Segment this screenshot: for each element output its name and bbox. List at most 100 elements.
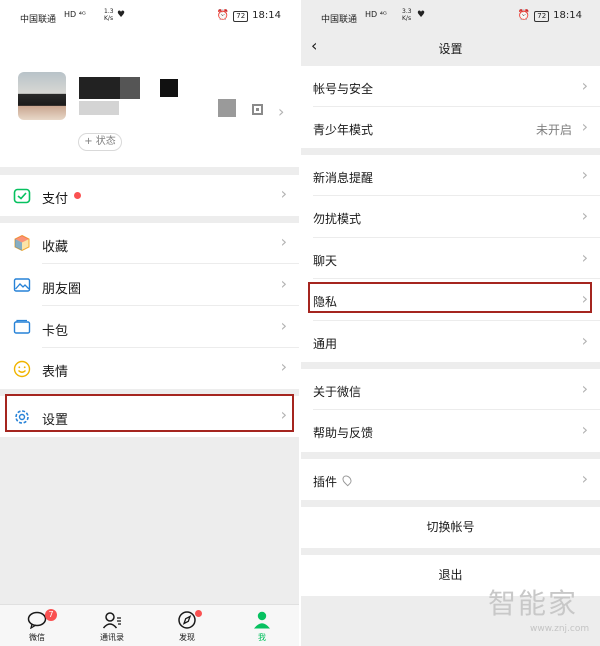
settings-label: 关于微信 <box>313 385 362 399</box>
me-page: 中国联通 HD ⁴ᴳ 1.3 K/s ♥ ⏰ 72 18:14 › + 状态 支付 › <box>0 0 299 646</box>
alarm-icon: ⏰ <box>216 10 230 21</box>
settings-item-general[interactable]: 通用 › <box>301 321 600 362</box>
settings-item-about[interactable]: 关于微信 › <box>301 369 600 410</box>
chevron-right-icon: › <box>581 76 588 95</box>
chevron-right-icon: › <box>581 469 588 488</box>
settings-label: 青少年模式 <box>313 123 374 137</box>
settings-label: 新消息提醒 <box>313 171 374 185</box>
chevron-right-icon: › <box>280 232 287 251</box>
location-pin-icon <box>340 473 354 487</box>
tab-label: 通讯录 <box>100 633 124 642</box>
watermark-logo: 智能家 <box>488 587 579 620</box>
tab-chats[interactable]: 7 微信 <box>7 605 67 646</box>
clock-time: 18:14 <box>553 10 582 21</box>
settings-item-new-message-alerts[interactable]: 新消息提醒 › <box>301 155 600 196</box>
bottom-tab-bar: 7 微信 通讯录 发现 我 <box>0 604 299 646</box>
watermark-url: www.znj.com <box>530 624 590 634</box>
chevron-right-icon: › <box>280 184 287 203</box>
menu-label: 支付 <box>42 192 69 207</box>
redacted-nickname-part <box>160 79 178 97</box>
card-wallet-icon <box>13 319 31 334</box>
status-right: ⏰ 72 18:14 <box>518 10 582 22</box>
new-dot <box>195 610 202 617</box>
net-speed: 1.3 K/s <box>104 8 114 22</box>
youth-mode-status: 未开启 <box>535 123 572 137</box>
me-person-icon <box>254 611 270 629</box>
profile-card[interactable]: 中国联通 HD ⁴ᴳ 1.3 K/s ♥ ⏰ 72 18:14 › + 状态 <box>0 0 299 167</box>
settings-item-account-security[interactable]: 帐号与安全 › <box>301 66 600 107</box>
chevron-right-icon: › <box>581 331 588 350</box>
tab-label: 我 <box>258 633 266 642</box>
tab-me[interactable]: 我 <box>232 605 292 646</box>
settings-item-help-feedback[interactable]: 帮助与反馈 › <box>301 410 600 452</box>
chevron-right-icon: › <box>280 274 287 293</box>
chevron-right-icon: › <box>280 357 287 376</box>
carrier-label: 中国联通 <box>321 15 358 25</box>
redacted-id-part <box>218 99 236 117</box>
net-speed: 3.3 K/s <box>402 8 412 22</box>
wechat-pay-icon <box>13 188 31 204</box>
switch-account-button[interactable]: 切换帐号 <box>301 507 600 548</box>
settings-item-do-not-disturb[interactable]: 勿扰模式 › <box>301 196 600 238</box>
settings-label: 帐号与安全 <box>313 82 374 96</box>
menu-item-stickers[interactable]: 表情 › <box>0 348 299 389</box>
menu-label: 卡包 <box>42 324 69 339</box>
status-right: ⏰ 72 18:14 <box>217 10 281 22</box>
menu-item-cards[interactable]: 卡包 › <box>0 306 299 348</box>
battery-icon: 72 <box>233 11 249 22</box>
add-status-button[interactable]: + 状态 <box>78 133 122 151</box>
tab-label: 微信 <box>29 633 45 642</box>
menu-label: 收藏 <box>42 240 69 255</box>
alarm-icon: ⏰ <box>517 10 531 21</box>
qr-code-icon[interactable] <box>252 104 263 115</box>
menu-item-pay[interactable]: 支付 › <box>0 175 299 216</box>
settings-label: 插件 <box>313 475 338 489</box>
settings-item-chats[interactable]: 聊天 › <box>301 238 600 279</box>
status-bar: 中国联通 HD ⁴ᴳ 3.3 K/s ♥ ⏰ 72 18:14 <box>301 0 600 34</box>
settings-page: 中国联通 HD ⁴ᴳ 3.3 K/s ♥ ⏰ 72 18:14 ‹ 设置 帐号与安全 … <box>301 0 600 646</box>
page-title: 设置 <box>438 42 463 56</box>
tab-label: 发现 <box>179 633 195 642</box>
chevron-right-icon: › <box>581 379 588 398</box>
heart-icon: ♥ <box>117 10 126 20</box>
carrier-label: 中国联通 <box>20 15 57 25</box>
menu-item-favorites[interactable]: 收藏 › <box>0 223 299 264</box>
moments-photo-icon <box>13 278 31 292</box>
chevron-right-icon: › <box>581 248 588 267</box>
status-bar: 中国联通 HD ⁴ᴳ 1.3 K/s ♥ ⏰ 72 18:14 <box>0 0 299 34</box>
unread-badge: 7 <box>45 609 57 621</box>
chevron-right-icon: › <box>581 420 588 439</box>
new-dot <box>74 192 81 199</box>
settings-item-plugins[interactable]: 插件 › <box>301 459 600 500</box>
sticker-smile-icon <box>13 360 31 378</box>
favorites-cube-icon <box>14 234 30 252</box>
chevron-right-icon: › <box>581 117 588 136</box>
highlight-box-privacy <box>308 282 592 313</box>
highlight-box-settings <box>5 394 294 432</box>
avatar[interactable] <box>18 72 66 120</box>
clock-time: 18:14 <box>252 10 281 21</box>
settings-item-youth-mode[interactable]: 青少年模式 未开启 › <box>301 107 600 148</box>
signal-icon: HD ⁴ᴳ <box>64 10 86 19</box>
menu-label: 表情 <box>42 365 69 380</box>
nav-bar: 中国联通 HD ⁴ᴳ 3.3 K/s ♥ ⏰ 72 18:14 ‹ 设置 <box>301 0 600 65</box>
discover-compass-icon <box>178 611 196 629</box>
heart-icon: ♥ <box>417 10 426 20</box>
settings-label: 帮助与反馈 <box>313 426 374 440</box>
battery-icon: 72 <box>534 11 550 22</box>
chevron-right-icon: › <box>581 206 588 225</box>
menu-item-moments[interactable]: 朋友圈 › <box>0 264 299 306</box>
contacts-icon <box>102 612 121 629</box>
settings-label: 勿扰模式 <box>313 212 362 226</box>
chat-icon <box>27 611 47 629</box>
redacted-nickname-part <box>120 77 140 99</box>
redacted-wechat-id <box>79 101 119 115</box>
tab-contacts[interactable]: 通讯录 <box>82 605 142 646</box>
chevron-right-icon: › <box>280 316 287 335</box>
settings-label: 通用 <box>313 337 338 351</box>
signal-icon: HD ⁴ᴳ <box>365 10 387 19</box>
tab-discover[interactable]: 发现 <box>157 605 217 646</box>
settings-label: 聊天 <box>313 254 338 268</box>
menu-label: 朋友圈 <box>42 282 82 297</box>
chevron-right-icon: › <box>581 165 588 184</box>
